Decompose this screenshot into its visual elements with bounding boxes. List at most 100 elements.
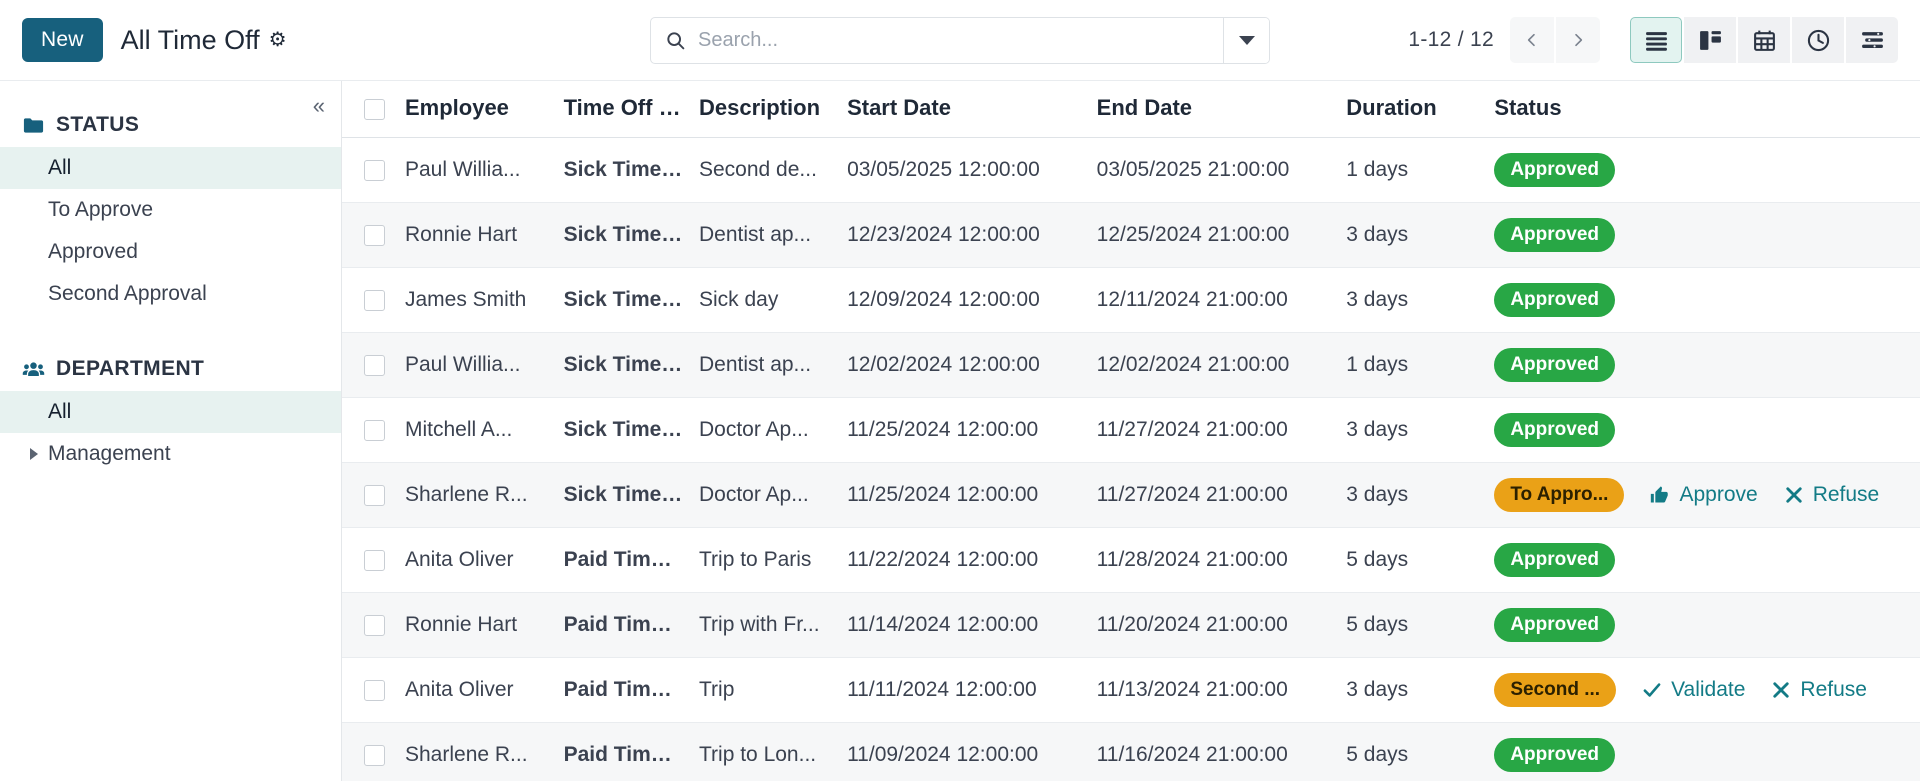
cell-status: Approved — [1486, 592, 1920, 658]
sidebar-item-label: All — [48, 156, 72, 179]
cell-start-date: 12/23/2024 12:00:00 — [839, 202, 1089, 268]
sidebar-item-approved[interactable]: Approved — [0, 231, 341, 273]
sidebar-item-all[interactable]: All — [0, 147, 341, 189]
status-cell-wrap: Approved — [1494, 218, 1912, 252]
table-row[interactable]: Sharlene R... Paid Time ... Trip to Lon...… — [342, 722, 1920, 781]
pager-count[interactable]: 1-12 / 12 — [1408, 28, 1494, 52]
cell-start-date: 03/05/2025 12:00:00 — [839, 137, 1089, 203]
cell-duration: 3 days — [1338, 202, 1487, 268]
column-header-end-date[interactable]: End Date — [1088, 81, 1339, 138]
row-checkbox[interactable] — [364, 419, 385, 441]
view-button-kanban[interactable] — [1684, 17, 1736, 63]
cell-timeoff-type: Sick Time ... — [555, 267, 691, 333]
cell-duration: 3 days — [1338, 267, 1487, 333]
column-header-employee[interactable]: Employee — [396, 81, 556, 138]
row-select-cell — [342, 267, 397, 333]
select-all-header — [342, 81, 397, 138]
cell-end-date: 11/27/2024 21:00:00 — [1088, 397, 1339, 463]
clock-icon — [1807, 29, 1829, 51]
view-button-gantt[interactable] — [1846, 17, 1898, 63]
cell-description: Doctor Ap... — [691, 462, 840, 528]
sidebar-section-title: DEPARTMENT — [0, 347, 341, 391]
column-header-duration[interactable]: Duration — [1338, 81, 1487, 138]
pager-next-button[interactable] — [1556, 17, 1600, 63]
row-action-label: Approve — [1679, 483, 1758, 506]
row-checkbox[interactable] — [364, 484, 385, 506]
table-row[interactable]: James Smith Sick Time ... Sick day 12/09/20… — [342, 267, 1920, 333]
status-badge: Approved — [1494, 608, 1615, 642]
cell-description: Trip with Fr... — [691, 592, 840, 658]
check-icon — [1642, 680, 1662, 700]
page-title: All Time Off — [120, 24, 260, 55]
caret-right-icon[interactable] — [30, 448, 38, 460]
row-select-cell — [342, 722, 397, 781]
row-action-refuse-button[interactable]: Refuse — [1771, 678, 1867, 702]
sidebar-item-to-approve[interactable]: To Approve — [0, 189, 341, 231]
table-row[interactable]: Ronnie Hart Paid Time ... Trip with Fr... 1… — [342, 592, 1920, 658]
chevron-left-icon — [1527, 33, 1535, 47]
table-row[interactable]: Paul Willia... Sick Time ... Second de... 0… — [342, 137, 1920, 203]
thumbs-up-icon — [1650, 485, 1670, 505]
view-button-calendar[interactable] — [1738, 17, 1790, 63]
cell-start-date: 11/25/2024 12:00:00 — [839, 462, 1089, 528]
new-button[interactable]: New — [22, 18, 103, 62]
status-cell-wrap: Approved — [1494, 738, 1912, 772]
cell-duration: 3 days — [1338, 397, 1487, 463]
status-cell-wrap: Second ... Validate Refuse — [1494, 673, 1912, 707]
row-checkbox[interactable] — [364, 744, 385, 766]
row-checkbox[interactable] — [364, 224, 385, 246]
row-select-cell — [342, 462, 397, 528]
table-row[interactable]: Anita Oliver Paid Time ... Trip to Paris 11… — [342, 527, 1920, 593]
chevron-right-icon — [1575, 33, 1583, 47]
table-row[interactable]: Sharlene R... Sick Time ... Doctor Ap... 11… — [342, 462, 1920, 528]
cell-employee: Ronnie Hart — [396, 202, 556, 268]
row-action-refuse-button[interactable]: Refuse — [1784, 483, 1879, 507]
column-header-status[interactable]: Status — [1486, 81, 1920, 138]
view-button-activity[interactable] — [1792, 17, 1844, 63]
sidebar-item-all[interactable]: All — [0, 391, 341, 433]
row-action-approve-button[interactable]: Approve — [1650, 483, 1758, 507]
row-action-validate-button[interactable]: Validate — [1642, 678, 1745, 702]
sidebar-item-management[interactable]: Management — [0, 433, 341, 475]
row-checkbox[interactable] — [364, 159, 385, 181]
table-body: Paul Willia... Sick Time ... Second de... 0… — [342, 137, 1920, 781]
table-row[interactable]: Ronnie Hart Sick Time ... Dentist ap... 12/… — [342, 202, 1920, 268]
cell-end-date: 11/20/2024 21:00:00 — [1088, 592, 1339, 658]
cell-description: Trip to Paris — [691, 527, 840, 593]
view-switcher — [1630, 17, 1898, 63]
double-chevron-left-icon[interactable]: « — [313, 95, 325, 117]
row-checkbox[interactable] — [364, 679, 385, 701]
pager-previous-button[interactable] — [1510, 17, 1554, 63]
table-row[interactable]: Paul Willia... Sick Time ... Dentist ap...… — [342, 332, 1920, 398]
table-row[interactable]: Mitchell A... Sick Time ... Doctor Ap... 11… — [342, 397, 1920, 463]
row-select-cell — [342, 202, 397, 268]
view-button-list[interactable] — [1630, 17, 1682, 63]
search-icon — [667, 31, 685, 49]
cell-end-date: 12/25/2024 21:00:00 — [1088, 202, 1339, 268]
table-row[interactable]: Anita Oliver Paid Time ... Trip 11/11/2024 … — [342, 657, 1920, 723]
search-field-wrap — [651, 18, 1223, 63]
search-dropdown-toggle[interactable] — [1223, 17, 1269, 63]
cell-employee: Mitchell A... — [396, 397, 556, 463]
row-checkbox[interactable] — [364, 289, 385, 311]
cell-start-date: 11/09/2024 12:00:00 — [839, 722, 1089, 781]
status-badge: Approved — [1494, 738, 1615, 772]
row-checkbox[interactable] — [364, 354, 385, 376]
row-checkbox[interactable] — [364, 614, 385, 636]
column-header-timeoff-type[interactable]: Time Off T... — [555, 81, 691, 138]
column-header-start-date[interactable]: Start Date — [839, 81, 1089, 138]
row-select-cell — [342, 527, 397, 593]
cell-status: Second ... Validate Refuse — [1486, 657, 1920, 723]
select-all-checkbox[interactable] — [364, 98, 385, 120]
row-select-cell — [342, 657, 397, 723]
row-action-label: Refuse — [1800, 678, 1867, 701]
search-input[interactable] — [698, 28, 1209, 52]
table-header: Employee Time Off T... Description Start… — [342, 81, 1920, 138]
cell-end-date: 11/13/2024 21:00:00 — [1088, 657, 1339, 723]
sidebar-item-second-approval[interactable]: Second Approval — [0, 273, 341, 315]
table-header-row: Employee Time Off T... Description Start… — [342, 81, 1920, 138]
row-checkbox[interactable] — [364, 549, 385, 571]
column-header-description[interactable]: Description — [691, 81, 840, 138]
row-select-cell — [342, 397, 397, 463]
gear-icon[interactable]: ⚙ — [269, 30, 287, 50]
